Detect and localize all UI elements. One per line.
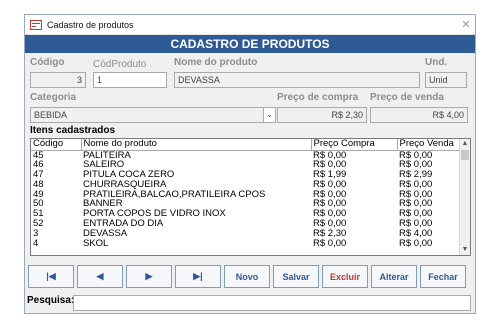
table-cell: 49 — [33, 189, 44, 200]
table-cell: R$ 0,00 — [313, 238, 347, 249]
table-cell: R$ 1,99 — [313, 170, 347, 180]
salvar-button[interactable]: Salvar — [273, 265, 319, 288]
table-cell: R$ 0,00 — [399, 160, 433, 171]
previous-record-button[interactable]: ◀ — [77, 265, 123, 288]
preco-compra-field[interactable]: R$ 2,30 — [277, 107, 367, 123]
close-icon[interactable]: ✕ — [457, 18, 475, 31]
table-cell: 47 — [33, 170, 44, 180]
table-cell: 51 — [33, 209, 44, 220]
table-cell: R$ 0,00 — [399, 238, 433, 249]
excluir-button[interactable]: Excluir — [322, 265, 368, 288]
table-cell: R$ 0,00 — [399, 219, 433, 229]
table-row[interactable]: 46 SALEIRO R$ 0,00 R$ 0,00 — [31, 160, 461, 170]
last-record-button[interactable]: ▶| — [175, 265, 221, 288]
table-cell: SKOL — [83, 238, 109, 249]
table-cell: PORTA COPOS DE VIDRO INOX — [83, 209, 226, 220]
table-cell: PALITEIRA — [83, 150, 131, 161]
table-header: Código Nome do produto Preço Compra Preç… — [31, 139, 462, 151]
column-header[interactable]: Preço Venda — [397, 139, 462, 151]
codigo-field[interactable]: 3 — [30, 72, 86, 88]
first-record-button[interactable]: |◀ — [28, 265, 74, 288]
table-row[interactable]: 49 PRATILEIRA,BALCAO,PRATILEIRA CPOS R$ 0,… — [31, 190, 461, 200]
preco-venda-label: Preço de venda — [370, 92, 444, 103]
categoria-combo[interactable]: BEBIDA ⌄ — [30, 107, 276, 123]
table-cell: R$ 0,00 — [313, 209, 347, 220]
table-cell: R$ 2,30 — [313, 228, 347, 239]
novo-button[interactable]: Novo — [224, 265, 270, 288]
column-header[interactable]: Preço Compra — [311, 139, 398, 151]
table-cell: R$ 4,00 — [399, 228, 433, 239]
column-header[interactable]: Nome do produto — [81, 139, 312, 151]
table-cell: SALEIRO — [83, 160, 125, 171]
table-cell: R$ 0,00 — [313, 219, 347, 229]
table-cell: BANNER — [83, 199, 123, 210]
table-row[interactable]: 4 SKOL R$ 0,00 R$ 0,00 — [31, 239, 461, 249]
table-cell: R$ 0,00 — [399, 209, 433, 220]
table-cell: CHURRASQUEIRA — [83, 179, 167, 190]
codigo-label: Código — [30, 57, 65, 68]
table-cell: R$ 0,00 — [313, 150, 347, 161]
form-header: CADASTRO DE PRODUTOS — [25, 35, 475, 53]
preco-compra-label: Preço de compra — [277, 92, 359, 103]
table-cell: R$ 0,00 — [313, 160, 347, 171]
table-cell: 45 — [33, 150, 44, 161]
scroll-thumb[interactable] — [461, 150, 469, 160]
codproduto-label: CódProduto — [93, 59, 147, 70]
table-cell: R$ 0,00 — [313, 179, 347, 190]
items-list[interactable]: Código Nome do produto Preço Compra Preç… — [30, 138, 471, 256]
table-cell: R$ 0,00 — [313, 189, 347, 200]
next-record-button[interactable]: ▶ — [126, 265, 172, 288]
form-icon — [30, 19, 42, 30]
table-cell: PRATILEIRA,BALCAO,PRATILEIRA CPOS — [83, 189, 266, 200]
fechar-button[interactable]: Fechar — [420, 265, 466, 288]
table-cell: ENTRADA DO DIA — [83, 219, 164, 229]
table-cell: R$ 0,00 — [399, 199, 433, 210]
table-cell: 50 — [33, 199, 44, 210]
table-cell: R$ 2,99 — [399, 170, 433, 180]
und-label: Und. — [425, 57, 448, 68]
table-cell: R$ 0,00 — [313, 199, 347, 210]
column-header[interactable]: Código — [31, 139, 82, 151]
table-row[interactable]: 3 DEVASSA R$ 2,30 R$ 4,00 — [31, 229, 461, 239]
items-table: Código Nome do produto Preço Compra Preç… — [31, 139, 462, 248]
nome-produto-field[interactable]: DEVASSA — [174, 72, 420, 88]
chevron-down-icon[interactable]: ⌄ — [263, 107, 276, 123]
table-row[interactable]: 50 BANNER R$ 0,00 R$ 0,00 — [31, 199, 461, 209]
table-row[interactable]: 45 PALITEIRA R$ 0,00 R$ 0,00 — [31, 150, 461, 160]
table-cell: 4 — [33, 238, 39, 249]
table-cell: DEVASSA — [83, 228, 128, 239]
codproduto-field[interactable]: 1 — [93, 72, 167, 88]
action-bar: |◀ ◀ ▶ ▶| Novo Salvar Excluir Alterar Fe… — [28, 265, 466, 288]
table-row[interactable]: 51 PORTA COPOS DE VIDRO INOX R$ 0,00 R$ 0,0… — [31, 209, 461, 219]
title-bar: Cadastro de produtos ✕ — [25, 15, 475, 35]
und-field[interactable]: Unid — [425, 72, 467, 88]
table-cell: R$ 0,00 — [399, 150, 433, 161]
table-cell: R$ 0,00 — [399, 179, 433, 190]
table-cell: PITULA COCA ZERO — [83, 170, 175, 180]
categoria-value: BEBIDA — [34, 110, 68, 120]
table-row[interactable]: 52 ENTRADA DO DIA R$ 0,00 R$ 0,00 — [31, 219, 461, 229]
scroll-down-icon[interactable]: ▼ — [460, 245, 470, 255]
window-title: Cadastro de produtos — [47, 19, 134, 30]
search-label: Pesquisa: — [27, 295, 75, 306]
table-cell: 48 — [33, 179, 44, 190]
items-section-title: Itens cadastrados — [30, 125, 116, 136]
alterar-button[interactable]: Alterar — [371, 265, 417, 288]
table-cell: 3 — [33, 228, 39, 239]
vertical-scrollbar[interactable]: ▲ ▼ — [459, 139, 470, 255]
preco-venda-field[interactable]: R$ 4,00 — [370, 107, 468, 123]
table-cell: 52 — [33, 219, 44, 229]
nome-produto-label: Nome do produto — [174, 57, 258, 68]
scroll-up-icon[interactable]: ▲ — [460, 139, 470, 149]
product-registration-window: Cadastro de produtos ✕ CADASTRO DE PRODU… — [24, 14, 476, 314]
search-input[interactable] — [73, 295, 471, 311]
table-row[interactable]: 47 PITULA COCA ZERO R$ 1,99 R$ 2,99 — [31, 170, 461, 180]
table-row[interactable]: 48 CHURRASQUEIRA R$ 0,00 R$ 0,00 — [31, 180, 461, 190]
table-cell: R$ 0,00 — [399, 189, 433, 200]
table-cell: 46 — [33, 160, 44, 171]
categoria-label: Categoria — [30, 92, 77, 103]
